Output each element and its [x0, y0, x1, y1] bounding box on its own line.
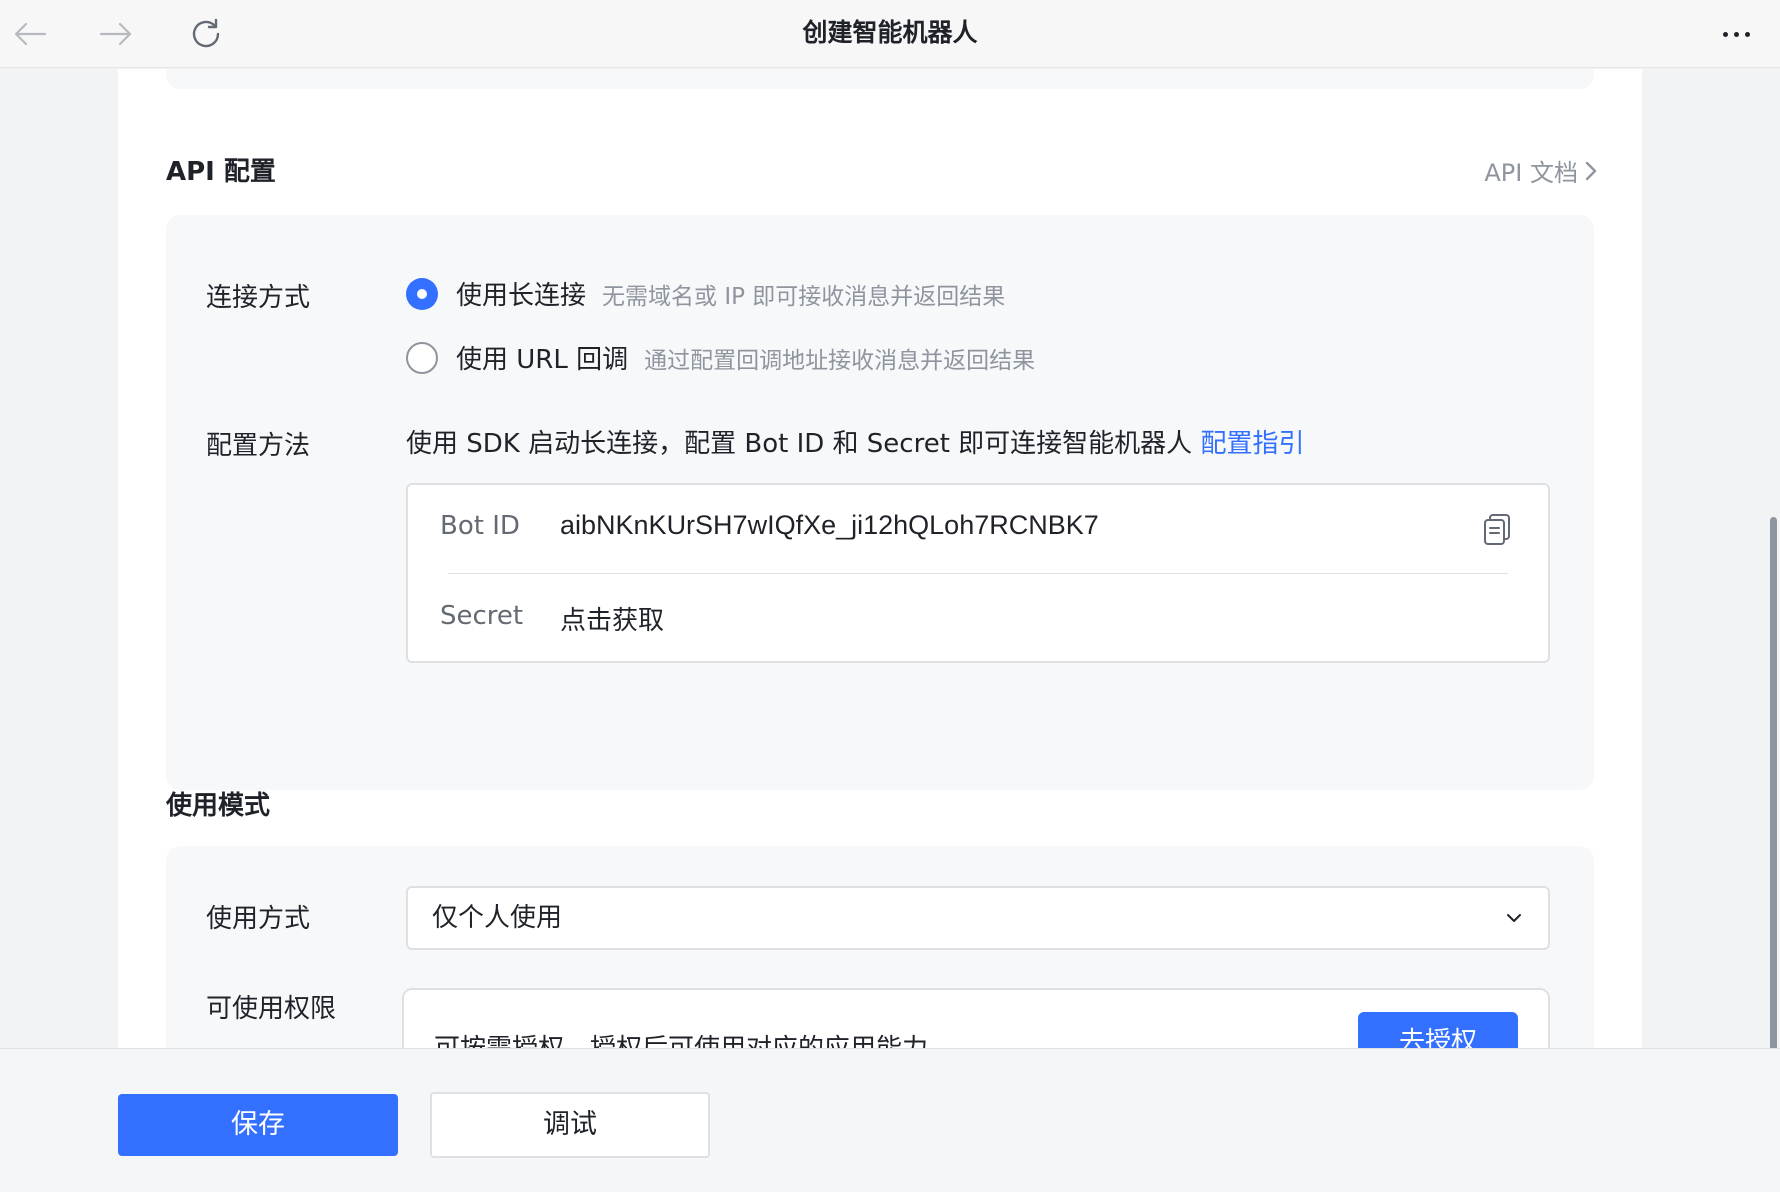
get-secret-link[interactable]: 点击获取 [560, 600, 664, 637]
usage-mode-title: 使用模式 [166, 791, 271, 821]
method-text: 使用 SDK 启动长连接，配置 Bot ID 和 Secret 即可连接智能机器… [406, 429, 1193, 459]
credentials-box: Bot ID aibNKnKUrSH7wIQfXe_ji12hQLoh7RCNB… [406, 483, 1550, 663]
radio-url-callback-label: 使用 URL 回调 [456, 345, 629, 375]
permission-label: 可使用权限 [206, 994, 337, 1024]
title-bar: 创建智能机器人 [0, 0, 1780, 68]
chevron-down-icon [1507, 914, 1521, 922]
api-doc-link-label: API 文档 [1484, 159, 1578, 187]
permission-text: 可按需授权，授权后可使用对应的应用能力 [434, 1034, 929, 1049]
radio-long-connection-label: 使用长连接 [456, 281, 587, 311]
config-guide-link[interactable]: 配置指引 [1200, 429, 1304, 459]
credentials-divider [448, 573, 1508, 574]
method-description: 使用 SDK 启动长连接，配置 Bot ID 和 Secret 即可连接智能机器… [406, 423, 1304, 460]
content-viewport[interactable]: API 配置 API 文档 连接方式 使用长连接 无需域名或 IP 即可接收消息… [0, 69, 1780, 1049]
usage-method-select[interactable]: 仅个人使用 [406, 886, 1550, 950]
usage-method-value: 仅个人使用 [432, 903, 563, 933]
form-card: API 配置 API 文档 连接方式 使用长连接 无需域名或 IP 即可接收消息… [118, 69, 1642, 1049]
bot-id-label: Bot ID [440, 511, 520, 541]
permission-box: 可按需授权，授权后可使用对应的应用能力 去授权 [402, 988, 1550, 1049]
radio-url-callback-desc: 通过配置回调地址接收消息并返回结果 [644, 347, 1036, 374]
debug-button[interactable]: 调试 [430, 1092, 710, 1158]
footer-action-bar: 保存 调试 [0, 1048, 1780, 1192]
secret-label: Secret [440, 601, 524, 631]
connection-label: 连接方式 [206, 283, 311, 313]
api-doc-link[interactable]: API 文档 [1484, 153, 1598, 188]
window-title: 创建智能机器人 [802, 18, 978, 47]
usage-mode-panel: 使用方式 仅个人使用 可使用权限 可按需授权，授权后可使用对应的应用能力 去授权 [166, 846, 1594, 1049]
radio-long-connection[interactable]: 使用长连接 无需域名或 IP 即可接收消息并返回结果 [406, 275, 1005, 312]
vertical-scrollbar[interactable] [1770, 517, 1777, 1049]
usage-method-label: 使用方式 [206, 904, 311, 934]
previous-section-panel [166, 69, 1594, 89]
copy-icon[interactable] [1482, 513, 1512, 547]
api-config-title: API 配置 [166, 157, 276, 187]
authorize-button[interactable]: 去授权 [1358, 1012, 1518, 1049]
method-label: 配置方法 [206, 431, 311, 461]
save-button[interactable]: 保存 [118, 1094, 398, 1156]
chevron-right-icon [1585, 161, 1597, 180]
more-dots-icon[interactable] [1706, 10, 1766, 58]
bot-id-value[interactable]: aibNKnKUrSH7wIQfXe_ji12hQLoh7RCNBK7 [560, 510, 1099, 541]
api-config-panel: 连接方式 使用长连接 无需域名或 IP 即可接收消息并返回结果 使用 URL 回… [166, 215, 1594, 790]
radio-url-callback[interactable]: 使用 URL 回调 通过配置回调地址接收消息并返回结果 [406, 339, 1035, 376]
radio-unchecked-icon[interactable] [406, 341, 438, 374]
radio-checked-icon[interactable] [406, 277, 438, 310]
radio-long-connection-desc: 无需域名或 IP 即可接收消息并返回结果 [602, 283, 1006, 310]
